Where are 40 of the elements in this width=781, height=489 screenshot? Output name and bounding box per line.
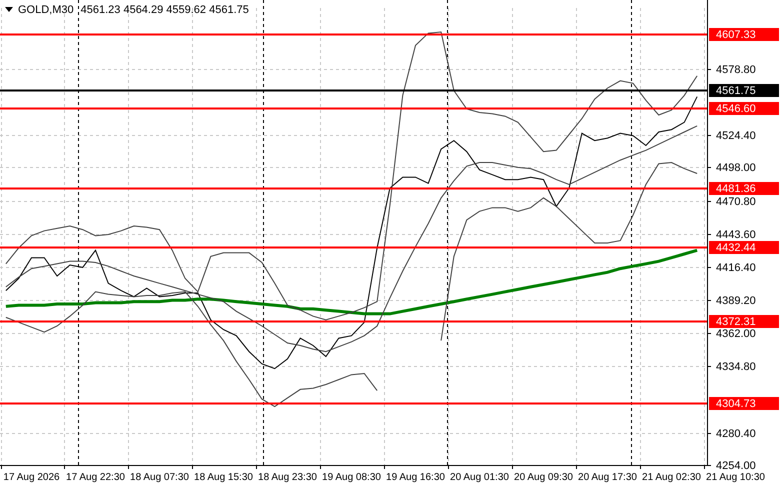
time-axis-label: 21 Aug 02:30: [642, 472, 701, 483]
ref-line-label: 4481.36: [716, 183, 756, 195]
time-axis-label: 19 Aug 08:30: [322, 472, 381, 483]
price-tag: 4607.33: [709, 28, 779, 41]
price-tag: 4546.60: [709, 102, 779, 115]
ref-line-label: 4561.75: [716, 85, 756, 97]
time-axis-label: 17 Aug 22:30: [66, 472, 125, 483]
time-axis-label: 19 Aug 16:30: [386, 472, 445, 483]
symbol-timeframe: GOLD,M30: [18, 4, 74, 16]
price-axis-label: 4443.60: [716, 229, 756, 241]
price-axis-label: 4254.00: [716, 460, 756, 472]
price-axis-label: 4578.80: [716, 64, 756, 76]
price-axis-label: 4334.80: [716, 361, 756, 373]
time-axis-label: 18 Aug 15:30: [194, 472, 253, 483]
ohlc-values: 4561.23 4564.29 4559.62 4561.75: [80, 4, 249, 16]
time-axis-label: 20 Aug 09:30: [514, 472, 573, 483]
time-axis-label: 20 Aug 17:30: [578, 472, 637, 483]
time-axis-label: 17 Aug 2026: [3, 472, 60, 483]
time-axis-label: 18 Aug 07:30: [130, 472, 189, 483]
price-tag: 4372.31: [709, 315, 779, 328]
price-tag: 4432.44: [709, 241, 779, 254]
price-axis-label: 4498.00: [716, 162, 756, 174]
price-tag: 4561.75: [709, 84, 779, 97]
price-tag: 4481.36: [709, 182, 779, 195]
price-tag: 4304.73: [709, 397, 779, 410]
price-axis-label: 4362.00: [716, 328, 756, 340]
ref-line-label: 4372.31: [716, 316, 756, 328]
price-axis-label: 4416.40: [716, 262, 756, 274]
time-axis-label: 18 Aug 23:30: [258, 472, 317, 483]
price-axis-label: 4389.20: [716, 295, 756, 307]
ref-line-label: 4546.60: [716, 103, 756, 115]
ref-line-label: 4607.33: [716, 29, 756, 41]
price-axis-label: 4470.80: [716, 196, 756, 208]
dropdown-triangle-icon[interactable]: [5, 7, 13, 12]
ref-line-label: 4304.73: [716, 398, 756, 410]
time-axis-label: 20 Aug 01:30: [450, 472, 509, 483]
ref-line-label: 4432.44: [716, 242, 756, 254]
price-axis-label: 4280.40: [716, 428, 756, 440]
time-axis-label: 21 Aug 10:30: [706, 472, 765, 483]
price-axis-label: 4524.40: [716, 130, 756, 142]
